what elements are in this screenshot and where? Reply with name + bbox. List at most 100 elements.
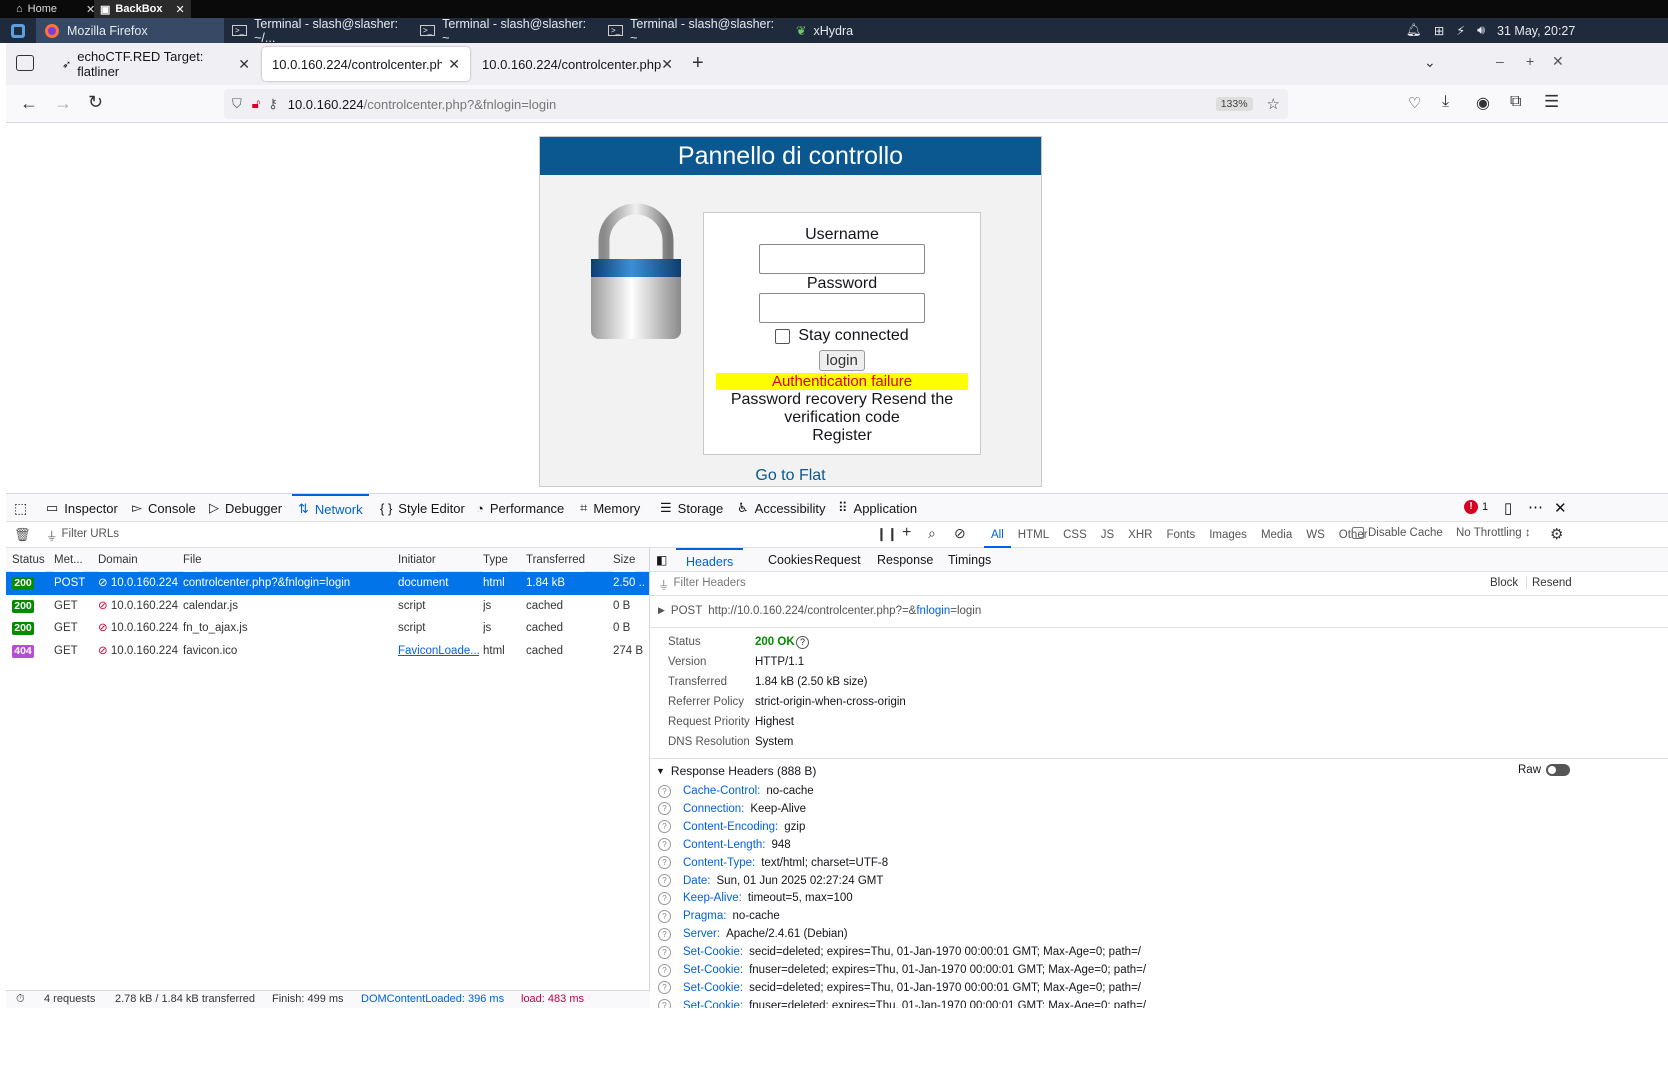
response-header-row[interactable]: ? Content-Type: text/html; charset=UTF-8 [658,854,888,872]
response-header-row[interactable]: ? Pragma: no-cache [658,907,780,925]
tab-accessibility[interactable]: ♿︎ Accessibility [737,494,825,522]
filter-xhr[interactable]: XHR [1121,529,1159,541]
col-domain[interactable]: Domain [98,548,138,572]
tab-performance[interactable]: ◔ Performance [476,494,564,522]
response-header-row[interactable]: ? Connection: Keep-Alive [658,800,806,818]
response-header-row[interactable]: ? Set-Cookie: fnuser=deleted; expires=Thu,… [658,997,1146,1008]
tab-response[interactable]: Response [877,548,933,572]
maximize-icon[interactable]: + [1526,53,1534,69]
extensions-icon[interactable]: ⧉ [1510,93,1521,111]
power-icon[interactable]: ⚡︎ [1456,23,1465,38]
close-tab-icon[interactable]: ✕ [661,56,673,73]
taskbar-terminal-3[interactable]: >_ Terminal - slash@slasher: ~ [600,17,788,45]
col-method[interactable]: Met... [54,548,83,572]
tab-overview-icon[interactable] [16,55,34,71]
tab-controlcenter-active[interactable]: 10.0.160.224/controlcenter.php?& ✕ [262,47,470,81]
help-icon[interactable]: ? [658,963,671,977]
col-file[interactable]: File [183,548,202,572]
back-icon[interactable]: ← [20,93,38,114]
table-row[interactable]: 404 GET ⊘ 10.0.160.224 favicon.ico FaviconLo… [6,640,649,663]
search-icon[interactable]: ⌕ [928,525,936,542]
taskbar-terminal-2[interactable]: >_ Terminal - slash@slasher: ~ [412,17,600,45]
insecure-lock-icon[interactable]: 🔓︎ [252,96,260,112]
response-header-row[interactable]: ? Date: Sun, 01 Jun 2025 02:27:24 GMT [658,872,883,890]
minimize-icon[interactable]: – [1496,53,1504,69]
filter-fonts[interactable]: Fonts [1159,529,1202,541]
bookmark-star-icon[interactable]: ☆ [1267,95,1280,113]
filter-ws[interactable]: WS [1299,529,1332,541]
block-button[interactable]: Block [1490,577,1518,589]
block-icon[interactable]: ⊘ [954,525,966,542]
request-line[interactable]: ▶ POST http://10.0.160.224/controlcenter… [658,605,981,617]
help-icon[interactable]: ? [658,891,671,905]
more-options-icon[interactable]: ⋯ [1528,498,1543,516]
help-icon[interactable]: ? [796,636,809,649]
response-header-row[interactable]: ? Keep-Alive: timeout=5, max=100 [658,889,853,907]
table-row[interactable]: 200 GET ⊘ 10.0.160.224 fn_to_ajax.js script j… [6,617,649,640]
response-header-row[interactable]: ? Content-Length: 948 [658,836,791,854]
pocket-icon[interactable]: ♡ [1408,94,1421,112]
tab-style-editor[interactable]: { } Style Editor [380,494,465,522]
help-icon[interactable]: ? [658,945,671,959]
tab-network[interactable]: ⇅ Network [292,494,369,522]
trash-icon[interactable]: 🗑︎ [14,527,31,543]
taskbar-terminal-1[interactable]: >_ Terminal - slash@slasher: ~/... [224,17,412,45]
settings-gear-icon[interactable]: ⚙ [1550,525,1563,543]
download-icon[interactable]: ⤓ [1442,93,1449,111]
filter-html[interactable]: HTML [1011,529,1056,541]
go-to-flat-link[interactable]: Go to Flat [540,467,1041,485]
tab-application[interactable]: ⠿ Application [838,494,917,522]
tab-debugger[interactable]: ▷ Debugger [209,494,282,522]
new-tab-icon[interactable]: + [692,52,704,75]
disable-cache-toggle[interactable]: Disable Cache [1352,527,1443,539]
col-initiator[interactable]: Initiator [398,548,436,572]
help-icon[interactable]: ? [658,820,671,834]
tab-storage[interactable]: ☰ Storage [660,494,723,522]
response-header-row[interactable]: ? Content-Encoding: gzip [658,818,805,836]
col-type[interactable]: Type [483,548,508,572]
response-header-row[interactable]: ? Set-Cookie: secid=deleted; expires=Thu, … [658,979,1141,997]
menu-launcher-icon[interactable] [2,18,34,43]
shield-icon[interactable]: ⛉ [232,96,242,112]
url-bar[interactable]: ⛉ 🔓︎ ⚷ 10.0.160.224 /controlcenter.php?&… [224,89,1288,119]
col-status[interactable]: Status [12,548,45,572]
filter-css[interactable]: CSS [1056,529,1094,541]
raw-toggle[interactable]: Raw [1518,764,1571,776]
close-window-icon[interactable]: ✕ [1552,53,1564,70]
tab-controlcenter[interactable]: 10.0.160.224/controlcenter.php ✕ [472,47,680,81]
disable-cache-checkbox[interactable] [1352,527,1364,539]
forward-icon[interactable]: → [54,93,72,114]
help-icon[interactable]: ? [658,802,671,816]
close-tab-icon[interactable]: ✕ [238,56,250,73]
response-headers-section-toggle[interactable]: ▼ Response Headers (888 B) [656,764,816,778]
help-icon[interactable]: ? [658,838,671,852]
tab-request[interactable]: Request [814,548,861,572]
help-icon[interactable]: ? [658,856,671,870]
account-icon[interactable]: ◉ [1476,93,1490,113]
response-header-row[interactable]: ? Set-Cookie: secid=deleted; expires=Thu, … [658,943,1141,961]
dock-icon[interactable]: ▯ [1504,499,1512,517]
filter-urls-input[interactable]: ⏚ Filter URLs [46,528,119,544]
taskbar-firefox[interactable]: Mozilla Firefox [36,18,224,43]
username-input[interactable] [759,244,925,274]
zoom-badge[interactable]: 133% [1215,97,1253,111]
filter-images[interactable]: Images [1202,529,1254,541]
response-header-row[interactable]: ? Cache-Control: no-cache [658,782,814,800]
key-icon[interactable]: ⚷ [268,96,278,112]
stay-connected-checkbox[interactable] [775,328,791,344]
col-transferred[interactable]: Transferred [526,548,586,572]
filter-js[interactable]: JS [1094,529,1121,541]
tab-cookies[interactable]: Cookies [768,548,813,572]
backbox-tab[interactable]: ▣ BackBox ✕ [94,0,191,18]
home-tab[interactable]: ⌂ Home ✕ [10,0,101,18]
raw-switch[interactable] [1546,764,1571,776]
element-picker-icon[interactable]: ⬚ [14,500,27,517]
list-tabs-chevron-icon[interactable]: ⌄ [1424,54,1436,71]
close-tab-icon[interactable]: ✕ [448,56,460,73]
taskbar-xhydra[interactable]: ❦ xHydra [788,18,908,43]
tab-headers[interactable]: Headers [676,548,744,572]
login-button[interactable]: login [819,350,865,371]
close-devtools-icon[interactable]: ✕ [1554,499,1567,517]
response-header-row[interactable]: ? Set-Cookie: fnuser=deleted; expires=Thu,… [658,961,1146,979]
toggle-sidebar-icon[interactable]: ◧ [656,553,667,567]
